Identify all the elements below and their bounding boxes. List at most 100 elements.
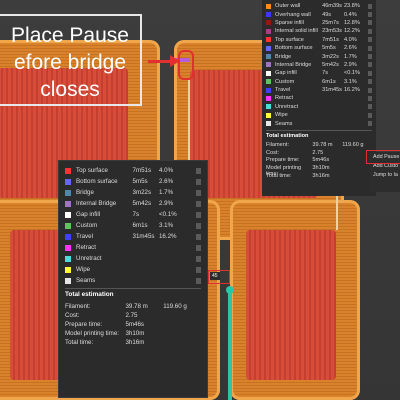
total-value: 5m46s (312, 157, 330, 164)
visibility-checkbox[interactable] (367, 20, 372, 26)
legend-panel-top: Outer wall 46m39s 23.8% Overhang wall 49s 0.4… (262, 0, 376, 196)
total-key: Total time: (266, 173, 292, 180)
feature-name: Wipe (76, 266, 91, 273)
feature-name: Top surface (275, 36, 304, 43)
print-object-bottom-right[interactable] (230, 200, 360, 400)
total-value: 39.78 m (125, 303, 148, 310)
visibility-checkbox[interactable] (195, 222, 201, 229)
total-key: Filament: (65, 303, 91, 310)
legend-row: Outer wall 46m39s 23.8% (266, 2, 372, 10)
color-swatch (266, 79, 271, 85)
color-swatch (266, 12, 271, 18)
visibility-checkbox[interactable] (367, 112, 372, 118)
total-value-2 (342, 165, 372, 173)
divider (266, 129, 372, 131)
total-value: 3h16m (125, 339, 145, 346)
color-swatch (266, 37, 271, 43)
visibility-checkbox[interactable] (367, 121, 372, 127)
total-key: Filament: (266, 141, 290, 148)
visibility-checkbox[interactable] (367, 12, 372, 18)
visibility-checkbox[interactable] (367, 104, 372, 110)
legend-row: Bottom surface 5m5s 2.6% (266, 44, 372, 52)
visibility-checkbox[interactable] (367, 70, 372, 76)
legend-row: Retract (65, 242, 201, 253)
menu-item-add-custom[interactable]: Add Custo (373, 163, 400, 172)
color-swatch (266, 121, 271, 127)
visibility-checkbox[interactable] (195, 255, 201, 262)
feature-percent: 16.2% (158, 233, 177, 240)
visibility-checkbox[interactable] (367, 79, 372, 85)
feature-name: Internal Bridge (275, 61, 312, 68)
layer-slider-handle[interactable] (226, 286, 234, 294)
color-swatch (65, 266, 71, 273)
feature-time: 7m51s (132, 167, 152, 174)
legend-row: Travel 31m45s 16.2% (65, 231, 201, 242)
visibility-checkbox[interactable] (195, 167, 201, 174)
visibility-checkbox[interactable] (195, 200, 201, 207)
visibility-checkbox[interactable] (367, 3, 372, 9)
visibility-checkbox[interactable] (195, 178, 201, 185)
highlight-box-layer (208, 270, 230, 284)
total-row: Model printing time: 3h10m (65, 330, 201, 339)
menu-item-jump-to-layer[interactable]: Jump to la (373, 172, 400, 181)
color-swatch (65, 244, 71, 251)
visibility-checkbox[interactable] (195, 266, 201, 273)
total-key: Prepare time: (266, 157, 300, 164)
visibility-checkbox[interactable] (367, 62, 372, 68)
feature-time: 5m5s (322, 45, 336, 52)
legend-row: Custom 6m1s 3.1% (65, 220, 201, 231)
feature-percent: <0.1% (343, 70, 360, 77)
visibility-checkbox[interactable] (195, 277, 201, 284)
feature-name: Outer wall (275, 3, 301, 10)
color-swatch (266, 87, 271, 93)
color-swatch (266, 45, 271, 51)
feature-time: 3m22s (132, 189, 152, 196)
feature-percent: 3.1% (158, 222, 174, 229)
feature-name: Seams (76, 277, 96, 284)
visibility-checkbox[interactable] (367, 37, 372, 43)
feature-name: Bottom surface (275, 45, 313, 52)
feature-name: Overhang wall (275, 11, 311, 18)
total-row: Cost: 2.75 (65, 312, 201, 321)
feature-name: Retract (76, 244, 96, 251)
total-row: Model printing time: 3h10m (266, 165, 372, 177)
feature-time: 49s (322, 11, 332, 18)
legend-rows: Top surface 7m51s 4.0% Bottom surface 5m5s 2.… (65, 165, 201, 286)
visibility-checkbox[interactable] (367, 87, 372, 93)
total-value: 3h16m (312, 173, 330, 180)
color-swatch (65, 277, 71, 284)
feature-percent: 3.1% (343, 78, 357, 85)
legend-row: Bridge 3m22s 1.7% (266, 52, 372, 60)
visibility-checkbox[interactable] (195, 189, 201, 196)
feature-time: 31m45s (322, 87, 342, 94)
legend-row: Wipe (65, 264, 201, 275)
total-key: Cost: (65, 312, 80, 319)
color-swatch (266, 112, 271, 118)
visibility-checkbox[interactable] (367, 54, 372, 60)
total-value-2: 119.60 g (163, 303, 187, 310)
feature-name: Travel (275, 87, 291, 94)
feature-percent: 0.4% (343, 11, 357, 18)
feature-percent: <0.1% (158, 211, 177, 218)
layer-slider-track[interactable] (228, 288, 232, 400)
feature-percent: 23.8% (343, 3, 360, 10)
feature-name: Gap infill (76, 211, 101, 218)
color-swatch (65, 255, 71, 262)
totals-title: Total estimation (65, 291, 114, 298)
total-value-2 (163, 339, 201, 348)
legend-row: Seams (65, 275, 201, 286)
total-key: Cost: (266, 149, 280, 156)
visibility-checkbox[interactable] (367, 28, 372, 34)
totals-list: Filament: 39.78 m 119.60 g Cost: 2.75 Prepare… (266, 142, 372, 181)
color-swatch (266, 3, 271, 9)
color-swatch (266, 104, 271, 110)
visibility-checkbox[interactable] (195, 244, 201, 251)
feature-name: Travel (76, 233, 93, 240)
visibility-checkbox[interactable] (367, 45, 372, 51)
visibility-checkbox[interactable] (367, 95, 372, 101)
visibility-checkbox[interactable] (195, 211, 201, 218)
visibility-checkbox[interactable] (195, 233, 201, 240)
total-row: Total time: 3h16m (65, 339, 201, 348)
legend-row: Bottom surface 5m5s 2.6% (65, 176, 201, 187)
feature-time: 6m1s (132, 222, 148, 229)
